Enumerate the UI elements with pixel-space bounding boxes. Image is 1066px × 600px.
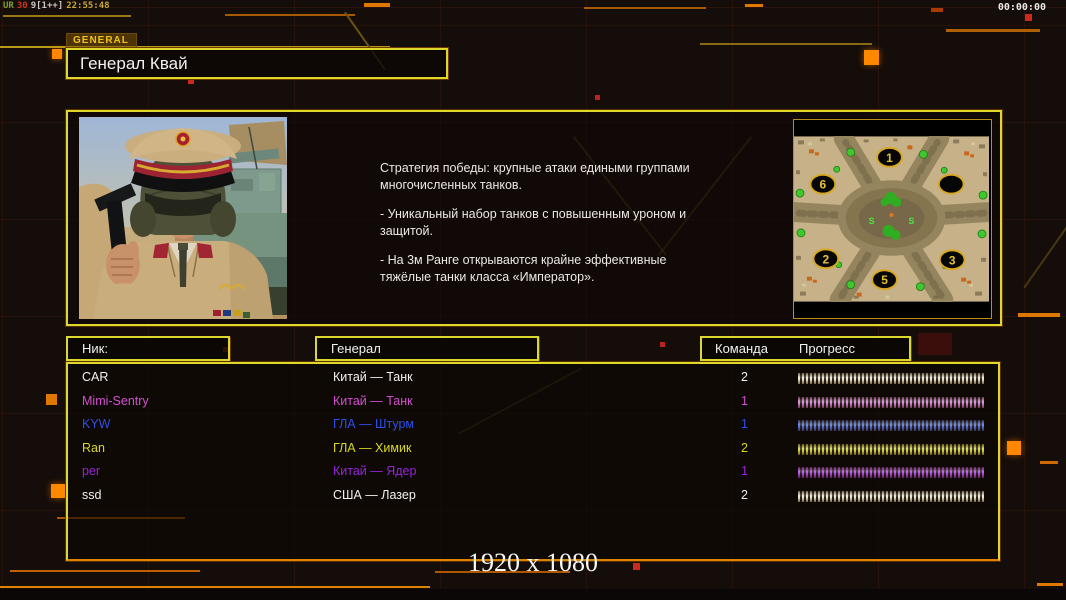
player-general: Китай — Танк — [333, 393, 413, 408]
decor-line — [0, 586, 430, 588]
start-position-number: 1 — [886, 151, 893, 165]
start-position-number: 5 — [881, 273, 888, 287]
players-table: CAR Китай — Танк 2 Mimi-Sentry Китай — Танк 1… — [66, 362, 1000, 561]
decor-square — [46, 394, 57, 405]
player-team: 1 — [741, 393, 748, 408]
decor-line — [10, 570, 200, 572]
progress-bar — [798, 373, 984, 384]
player-team: 1 — [741, 417, 748, 432]
decor-square — [595, 95, 600, 100]
player-team: 1 — [741, 464, 748, 479]
player-general: Китай — Танк — [333, 370, 413, 384]
player-nick: Ran — [82, 440, 105, 455]
general-name: Генерал Квай — [80, 54, 188, 73]
bottom-band — [0, 589, 1066, 600]
decor-line — [584, 7, 706, 9]
player-team: 2 — [741, 370, 748, 384]
progress-bar-track — [798, 467, 984, 479]
decor-square — [918, 333, 952, 355]
minimap: S S 1 6 2 3 5 — [793, 119, 992, 319]
strategy-text: Стратегия победы: крупные атаки едиными … — [380, 160, 710, 298]
stats-segment: 30 — [16, 1, 28, 11]
decor-line — [1040, 461, 1058, 464]
decor-diagonal — [1023, 213, 1066, 289]
progress-bar-track — [798, 443, 984, 455]
svg-text:S: S — [869, 216, 875, 226]
decor-line — [700, 43, 872, 45]
player-general: ГЛА — Химик — [333, 440, 412, 455]
progress-bar — [798, 467, 984, 479]
player-nick: per — [82, 464, 101, 479]
start-position-marker — [937, 173, 965, 195]
column-header-nick: Ник: — [66, 336, 230, 361]
minimap-art: S S 1 6 2 3 5 — [794, 136, 989, 302]
table-row: KYW ГЛА — Штурм 1 — [68, 414, 998, 438]
decor-line — [3, 15, 131, 17]
start-position-number: 2 — [823, 252, 830, 266]
general-tag: GENERAL — [66, 33, 137, 49]
portrait-art — [79, 117, 287, 319]
table-row: Mimi-Sentry Китай — Танк 1 — [68, 391, 998, 415]
decor-line — [745, 4, 763, 7]
player-team: 2 — [741, 487, 748, 502]
player-general: США — Лазер — [333, 487, 416, 502]
decor-line — [1037, 583, 1063, 586]
player-nick: CAR — [82, 370, 109, 384]
general-header-label: Генерал — [331, 341, 381, 356]
svg-text:S: S — [908, 216, 914, 226]
column-header-team-progress: Команда Прогресс — [700, 336, 911, 361]
progress-bar-track — [798, 420, 984, 432]
decor-square — [864, 50, 879, 65]
player-nick: ssd — [82, 487, 102, 502]
stats-segment: 22:55:48 — [66, 1, 110, 11]
progress-bar — [798, 396, 984, 408]
table-row: ssd США — Лазер 2 — [68, 485, 998, 509]
decor-line — [1018, 313, 1060, 317]
team-header-label: Команда — [715, 341, 768, 356]
strategy-paragraph: Стратегия победы: крупные атаки едиными … — [380, 161, 690, 192]
stats-overlay: UR 30 9[1++] 22:55:48 — [3, 1, 113, 11]
progress-bar-track — [798, 490, 984, 502]
decor-square — [52, 49, 62, 59]
stats-segment: 9[1++] — [30, 1, 64, 11]
decor-line — [946, 29, 1040, 32]
decor-line — [225, 14, 355, 16]
general-name-box: Генерал Квай — [66, 48, 448, 79]
progress-bar — [798, 490, 984, 502]
loading-screen: UR 30 9[1++] 22:55:48 00:00:00 GENERAL Гене… — [0, 0, 1066, 600]
player-nick: Mimi-Sentry — [82, 393, 149, 408]
nick-header-label: Ник: — [82, 341, 108, 356]
table-row: CAR Китай — Танк 2 — [68, 367, 998, 391]
column-header-general: Генерал — [315, 336, 539, 361]
table-row: Ran ГЛА — Химик 2 — [68, 438, 998, 462]
start-position-number: 6 — [820, 178, 827, 192]
progress-header-label: Прогресс — [799, 341, 856, 356]
decor-line — [931, 8, 943, 12]
table-row: per Китай — Ядер 1 — [68, 461, 998, 485]
stats-segment: UR — [3, 1, 14, 11]
start-position-number: 3 — [949, 253, 956, 267]
strategy-paragraph: - На 3м Ранге открываются крайне эффекти… — [380, 253, 667, 284]
player-team: 2 — [741, 440, 748, 455]
decor-line — [364, 3, 390, 7]
general-portrait — [79, 117, 287, 319]
match-timer: 00:00:00 — [997, 2, 1046, 13]
resolution-label: 1920 x 1080 — [468, 548, 598, 577]
player-general: Китай — Ядер — [333, 464, 417, 479]
strategy-paragraph: - Уникальный набор танков с повышенным у… — [380, 207, 687, 238]
progress-bar-track — [798, 373, 984, 384]
decor-square — [51, 484, 65, 498]
player-general: ГЛА — Штурм — [333, 417, 415, 432]
progress-bar-track — [798, 396, 984, 408]
player-nick: KYW — [82, 417, 111, 432]
progress-bar — [798, 420, 984, 432]
decor-square — [1025, 14, 1032, 21]
decor-square — [660, 342, 665, 347]
general-info-panel: Стратегия победы: крупные атаки едиными … — [66, 110, 1002, 326]
decor-square — [1007, 441, 1021, 455]
progress-bar — [798, 443, 984, 455]
